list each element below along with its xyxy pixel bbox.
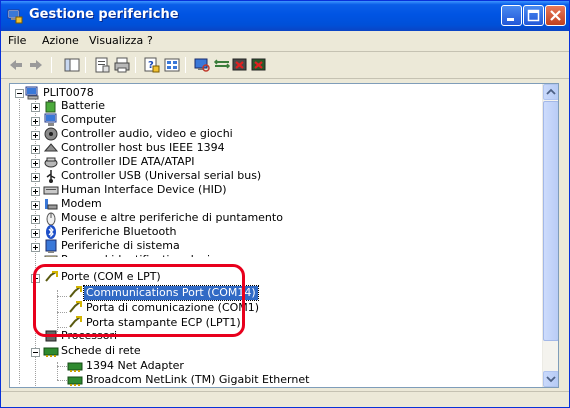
toolbar: ? [1,53,569,79]
network-adapter-icon [43,347,59,357]
device-tree: PLIT0078 Batterie Computer Controller au… [10,84,542,387]
maximize-button[interactable] [523,5,544,26]
menu-visualizza[interactable]: Visualizza [89,34,143,47]
scroll-up-button[interactable] [543,84,558,100]
chevron-up-icon [546,88,556,95]
menu-file[interactable]: File [8,34,26,47]
toolbar-separator [85,57,86,73]
chevron-down-icon [546,376,556,383]
tree-connector [57,366,67,367]
scroll-thumb[interactable] [543,101,558,341]
view-icon[interactable] [163,56,181,74]
minimize-icon [507,18,514,21]
scan-hardware-icon[interactable] [193,56,211,74]
close-icon [550,10,561,21]
vertical-scrollbar[interactable] [542,84,558,387]
tree-item-label: Broadcom NetLink (TM) Gigabit Ethernet [86,373,310,386]
minimize-button[interactable] [501,5,522,26]
menu-bar: File Azione Visualizza ? [1,31,569,51]
window-title: Gestione periferiche [29,7,179,22]
network-adapter-icon [67,376,83,386]
help-icon[interactable]: ? [143,56,161,74]
tree-connector [57,362,58,380]
tree-connector [57,380,67,381]
properties-icon[interactable] [93,56,111,74]
print-icon[interactable] [113,56,131,74]
disable-icon[interactable] [231,56,249,74]
toolbar-separator [185,57,186,73]
menu-azione[interactable]: Azione [42,34,79,47]
toolbar-separator [51,57,52,73]
toolbar-separator [135,57,136,73]
close-button[interactable] [545,5,566,26]
tree-item-identification[interactable]: Personal identification devices [10,84,542,257]
device-manager-window: Gestione periferiche File Azione Visuali… [0,0,570,408]
show-hide-tree-icon[interactable] [63,56,81,74]
back-icon[interactable] [7,56,25,74]
tree-item-label: 1394 Net Adapter [86,359,184,372]
title-bar[interactable]: Gestione periferiche [1,1,569,31]
scroll-down-button[interactable] [543,371,558,387]
status-bar [1,391,569,407]
tree-item-label: Schede di rete [61,344,141,357]
forward-icon[interactable] [27,56,45,74]
update-driver-icon[interactable] [213,56,231,74]
menu-help[interactable]: ? [147,34,153,47]
device-tree-pane[interactable]: PLIT0078 Batterie Computer Controller au… [9,83,559,388]
uninstall-icon[interactable] [250,56,268,74]
menu-separator [1,51,569,52]
maximize-icon [527,9,540,22]
device-manager-icon [7,9,23,24]
ports-highlight-box [33,264,245,337]
tree-expander-network[interactable] [31,348,40,357]
